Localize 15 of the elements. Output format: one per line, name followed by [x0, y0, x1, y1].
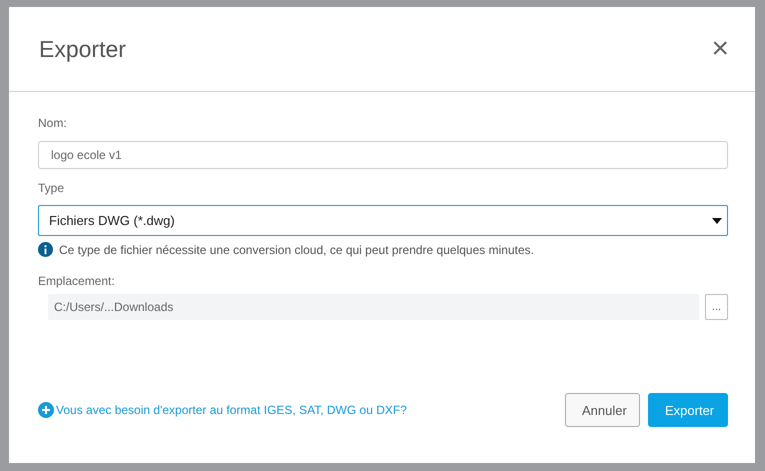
help-link[interactable]: Vous avec besoin d'exporter au format IGES, SAT, DWG ou DXF? [56, 403, 407, 417]
info-text: Ce type de fichier nécessite une conversion cloud, ce qui peut prendre quelques minutes. [59, 242, 534, 256]
dialog-title: Exporter [39, 36, 126, 62]
plus-icon [38, 402, 54, 418]
field-label: Type [38, 181, 66, 195]
info-icon [38, 242, 53, 257]
location-field: C:/Users/...Downloads [48, 294, 699, 320]
browse-button[interactable]: ... [705, 294, 728, 320]
type-dropdown[interactable]: Fichiers DWG (*.dwg) [38, 205, 728, 236]
name-field[interactable]: logo ecole v1 [38, 141, 728, 169]
field-label: Nom: [38, 116, 68, 130]
close-button[interactable]: × [711, 34, 729, 64]
field-label: Emplacement: [38, 274, 116, 288]
cancel-button[interactable]: Annuler [565, 393, 640, 427]
caret-icon [712, 218, 722, 224]
